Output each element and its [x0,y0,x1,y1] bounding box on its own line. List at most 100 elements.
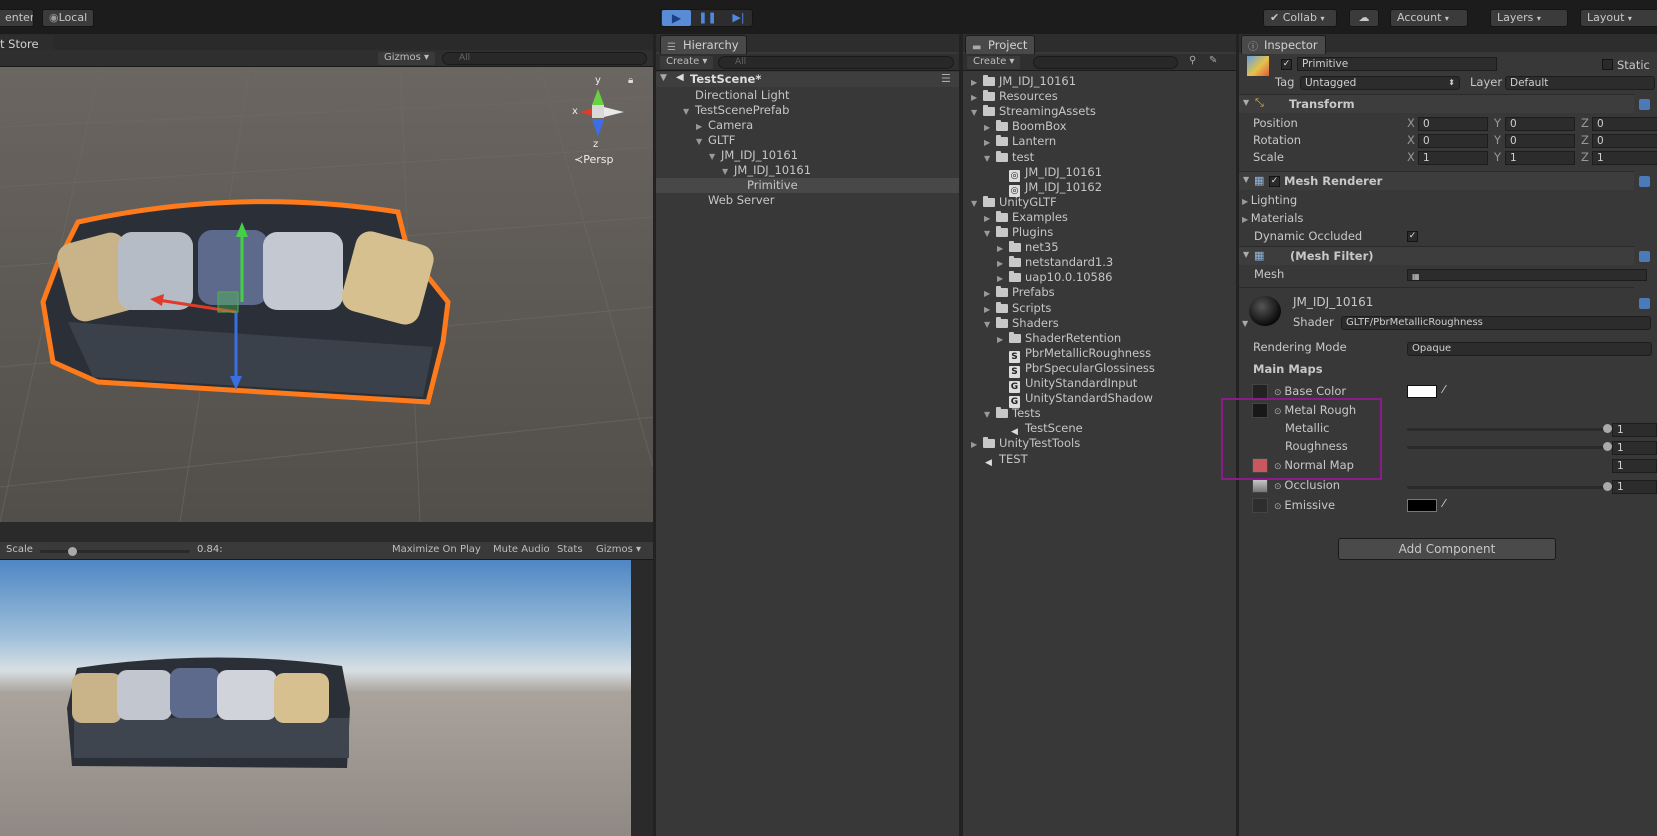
chevron-right-icon[interactable]: ▶ [997,332,1009,347]
z-axis-label[interactable]: Z [1581,116,1589,130]
account-dropdown[interactable]: Account ▾ [1390,9,1468,27]
chevron-right-icon[interactable]: ▶ [971,437,983,452]
scene-gizmos-dropdown[interactable]: Gizmos ▾ [378,52,436,65]
project-item[interactable]: ▶ ShaderRetention [963,331,1121,346]
chevron-down-icon[interactable]: ▼ [984,151,996,166]
project-item[interactable]: ▼ test [963,150,1034,165]
project-item[interactable]: ▶ Examples [963,210,1068,225]
eyedropper-icon[interactable]: ⁄ [1443,383,1445,396]
tab-inspector[interactable]: ⓘ Inspector [1241,35,1326,54]
hierarchy-item[interactable]: ▼ TestScenePrefab [656,103,959,118]
tag-dropdown[interactable]: Untagged ⬍ [1300,76,1460,90]
shader-dropdown[interactable]: GLTF/PbrMetallicRoughness [1341,316,1651,330]
mesh-object-field[interactable]: ▦ [1407,269,1647,281]
hierarchy-item[interactable]: Web Server [656,193,959,208]
position-y-field[interactable]: 0 [1505,117,1575,131]
filter-label-icon[interactable]: ✎ [1209,55,1217,66]
picker-circle-icon[interactable]: ⊙ [1274,388,1284,398]
stats-toggle[interactable]: Stats [551,544,589,557]
chevron-right-icon[interactable]: ▶ [971,75,983,90]
dynamic-occluded-checkbox[interactable]: ✓ [1407,231,1418,242]
base-color-swatch[interactable] [1407,385,1437,398]
scene-menu-icon[interactable]: ☰ [941,72,951,85]
rotation-z-field[interactable]: 0 [1592,134,1657,148]
project-item[interactable]: ▶ UnityTestTools [963,436,1080,451]
chevron-down-icon[interactable]: ▼ [696,134,708,149]
position-x-field[interactable]: 0 [1418,117,1488,131]
project-item[interactable]: ◀ TEST [963,452,1028,468]
layer-dropdown[interactable]: Default [1505,76,1655,90]
hierarchy-search-input[interactable]: All [718,56,954,69]
chevron-down-icon[interactable]: ▼ [984,317,996,332]
rotation-y-field[interactable]: 0 [1505,134,1575,148]
project-item[interactable]: ▼ Shaders [963,316,1059,331]
project-item[interactable]: S PbrMetallicRoughness [963,346,1151,363]
project-item[interactable]: ▼ StreamingAssets [963,104,1096,119]
chevron-right-icon[interactable]: ▶ [984,135,996,150]
project-item[interactable]: G UnityStandardShadow [963,391,1153,409]
x-axis-label[interactable]: X [1407,133,1415,147]
lock-icon[interactable]: 🔒︎ [628,75,633,86]
metallic-slider[interactable] [1407,428,1607,431]
metallic-value-field[interactable]: 1 [1612,423,1657,437]
chevron-right-icon[interactable]: ▶ [971,90,983,105]
project-item[interactable]: ▶ BoomBox [963,119,1067,134]
roughness-value-field[interactable]: 1 [1612,441,1657,455]
project-item[interactable]: ◀ TestScene [963,421,1083,437]
chevron-down-icon[interactable]: ▼ [984,226,996,241]
chevron-down-icon[interactable]: ▼ [709,149,721,164]
mute-audio-toggle[interactable]: Mute Audio [487,544,556,557]
project-item[interactable]: ▶ Resources [963,89,1058,104]
step-button[interactable]: ▶| [724,10,752,26]
y-axis-label[interactable]: Y [1494,150,1501,164]
emissive-color-swatch[interactable] [1407,499,1437,512]
help-icon[interactable] [1639,298,1650,309]
project-item[interactable]: ▶ JM_IDJ_10161 [963,74,1076,89]
static-checkbox[interactable] [1602,59,1613,70]
base-color-texture-slot[interactable] [1252,384,1268,399]
pause-button[interactable]: ❚❚ [693,10,722,26]
hierarchy-item[interactable]: ▼ JM_IDJ_10161 [656,148,959,163]
project-item[interactable]: ▶ Prefabs [963,285,1055,300]
game-gizmos-dropdown[interactable]: Gizmos ▾ [590,544,648,557]
z-axis-label[interactable]: Z [1581,150,1589,164]
active-checkbox[interactable]: ✓ [1281,59,1292,70]
project-item[interactable]: G UnityStandardInput [963,376,1137,393]
project-item[interactable]: ▶ Scripts [963,301,1051,316]
layout-dropdown[interactable]: Layout ▾ [1580,9,1657,27]
maximize-on-play-toggle[interactable]: Maximize On Play [386,544,487,557]
chevron-down-icon[interactable]: ▼ [971,196,983,211]
hierarchy-item[interactable]: Primitive [656,178,959,193]
project-item[interactable]: ▶ Lantern [963,134,1056,149]
scale-x-field[interactable]: 1 [1418,151,1488,165]
chevron-down-icon[interactable]: ▼ [984,407,996,422]
project-search-input[interactable] [1033,56,1178,69]
transform-header[interactable]: ▼ ⤡ Transform [1239,94,1650,113]
project-item[interactable]: ▼ UnityGLTF [963,195,1057,210]
occlusion-slider[interactable] [1407,486,1607,489]
scene-search-input[interactable]: All [442,52,647,65]
object-name-field[interactable]: Primitive [1297,57,1497,71]
project-item[interactable]: ▼ Plugins [963,225,1053,240]
pivot-center-button[interactable]: enter [0,9,34,27]
material-preview[interactable] [1249,296,1281,326]
project-item[interactable]: ▶ net35 [963,240,1059,255]
emissive-texture-slot[interactable] [1252,498,1268,513]
y-axis-label[interactable]: Y [1494,133,1501,147]
chevron-right-icon[interactable]: ▶ [984,286,996,301]
hierarchy-item[interactable]: Directional Light [656,88,959,103]
y-axis-label[interactable]: Y [1494,116,1501,130]
position-z-field[interactable]: 0 [1592,117,1657,131]
rotation-x-field[interactable]: 0 [1418,134,1488,148]
add-component-button[interactable]: Add Component [1338,538,1556,560]
chevron-right-icon[interactable]: ▶ [984,211,996,226]
rendering-mode-dropdown[interactable]: Opaque [1407,342,1652,356]
persp-toggle[interactable]: ≺Persp [574,153,613,166]
chevron-right-icon[interactable]: ▶ [984,120,996,135]
orientation-gizmo[interactable]: y x z ≺Persp [560,75,640,170]
mesh-filter-header[interactable]: ▼ ▦ (Mesh Filter) [1239,246,1650,265]
chevron-down-icon[interactable]: ▼ [971,105,983,120]
occlusion-slider-knob[interactable] [1603,482,1612,491]
project-create-dropdown[interactable]: Create ▾ [967,56,1021,69]
hierarchy-item[interactable]: ▼ GLTF [656,133,959,148]
